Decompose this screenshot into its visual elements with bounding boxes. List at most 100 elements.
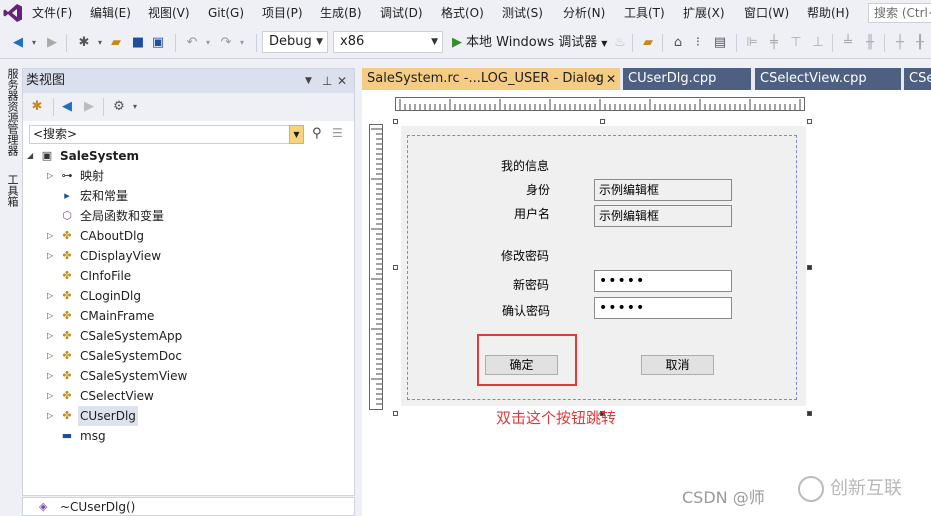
space-across-icon[interactable]: ┼	[892, 35, 908, 51]
hot-reload-icon[interactable]: ♨	[612, 35, 628, 51]
expand-icon[interactable]: ▷	[47, 346, 53, 366]
forward-icon[interactable]: ▶	[81, 99, 97, 115]
menu-view[interactable]: 视图(V)	[148, 5, 190, 22]
menu-format[interactable]: 格式(O)	[441, 5, 484, 22]
align-left-icon[interactable]: ⊫	[744, 35, 760, 51]
resize-handle[interactable]	[393, 265, 398, 270]
search-icon[interactable]: ⚲	[312, 126, 322, 141]
new-password-edit[interactable]: •••••	[594, 270, 732, 292]
save-all-icon[interactable]: ▣	[150, 35, 166, 51]
tree-item[interactable]: ▷ ✤ CDisplayView	[23, 246, 354, 266]
tree-item[interactable]: ▷ ✤ CSaleSystemApp	[23, 326, 354, 346]
tree-item[interactable]: ▷ ✤ CSelectView	[23, 386, 354, 406]
confirm-password-edit[interactable]: •••••	[594, 297, 732, 319]
open-folder-icon[interactable]: ▰	[108, 35, 124, 51]
tree-item[interactable]: ▷ ⊶ 映射	[23, 166, 354, 186]
my-info-label[interactable]: 我的信息	[501, 158, 549, 174]
tab-cselectview-cpp[interactable]: CSelectView.cpp	[755, 68, 901, 90]
username-edit[interactable]: 示例编辑框	[594, 205, 732, 227]
class-view-search-input[interactable]: <搜索>	[29, 125, 304, 144]
tree-item[interactable]: ▷ ✤ CLoginDlg	[23, 286, 354, 306]
undo-dropdown-icon[interactable]: ▾	[200, 35, 216, 51]
expand-icon[interactable]: ▷	[47, 386, 53, 406]
tree-item[interactable]: ▷ ✤ CAboutDlg	[23, 226, 354, 246]
resize-handle[interactable]	[393, 411, 398, 416]
search-dropdown-icon[interactable]: ▼	[289, 125, 304, 144]
align-center-icon[interactable]: ╪	[766, 35, 782, 51]
tree-item[interactable]: ▷ ✤ CMainFrame	[23, 306, 354, 326]
identity-label[interactable]: 身份	[526, 182, 550, 198]
new-folder-icon[interactable]: ✱	[29, 99, 45, 115]
menu-file[interactable]: 文件(F)	[32, 5, 72, 22]
find-in-files-icon[interactable]: ▰	[640, 35, 656, 51]
close-icon[interactable]: ✕	[337, 69, 347, 93]
change-password-label[interactable]: 修改密码	[501, 248, 549, 264]
window-position-icon[interactable]: ▼	[305, 69, 312, 93]
expand-icon[interactable]: ▷	[47, 306, 53, 326]
pin-icon[interactable]: ⊣	[590, 68, 600, 90]
toolbox-tab[interactable]: 工具箱	[2, 174, 19, 207]
resize-handle[interactable]	[807, 411, 812, 416]
expand-icon[interactable]: ▷	[47, 286, 53, 306]
tree-item[interactable]: ✤ CInfoFile	[23, 266, 354, 286]
expand-icon[interactable]: ▷	[47, 226, 53, 246]
configuration-select[interactable]: Debug ▼	[262, 31, 328, 53]
tree-item[interactable]: ▸ 宏和常量	[23, 186, 354, 206]
align-bottom-icon[interactable]: ⊥	[810, 35, 826, 51]
member-item-label[interactable]: ~CUserDlg()	[60, 500, 135, 514]
align-top-icon[interactable]: ⊤	[788, 35, 804, 51]
save-icon[interactable]: ■	[130, 35, 146, 51]
redo-dropdown-icon[interactable]: ▾	[234, 35, 250, 51]
close-icon[interactable]: ✕	[606, 68, 616, 90]
settings-gear-icon[interactable]: ⚙	[111, 99, 127, 115]
tree-item[interactable]: ⬡ 全局函数和变量	[23, 206, 354, 226]
confirm-password-label[interactable]: 确认密码	[502, 303, 550, 319]
pin-icon[interactable]: ⊥	[322, 69, 332, 93]
menu-edit[interactable]: 编辑(E)	[90, 5, 131, 22]
tab-salesystem-rc[interactable]: SaleSystem.rc -...LOG_USER - Dialog ⊣ ✕	[362, 68, 620, 90]
center-vertical-icon[interactable]: ╧	[840, 35, 856, 51]
expand-icon[interactable]: ▷	[47, 326, 53, 346]
menu-git[interactable]: Git(G)	[208, 5, 244, 22]
cancel-button[interactable]: 取消	[641, 355, 714, 375]
menu-project[interactable]: 项目(P)	[262, 5, 303, 22]
browse-icon[interactable]: ⌂	[670, 35, 686, 51]
expand-icon[interactable]: ▷	[47, 166, 53, 186]
platform-select[interactable]: x86 ▼	[333, 31, 443, 53]
solution-explorer-icon[interactable]: ▤	[712, 35, 728, 51]
expand-icon[interactable]: ▷	[47, 366, 53, 386]
resize-handle[interactable]	[807, 119, 812, 124]
new-project-icon[interactable]: ✱	[76, 35, 92, 51]
menu-debug[interactable]: 调试(D)	[380, 5, 423, 22]
start-debugging-button[interactable]: ▶ 本地 Windows 调试器 ▼	[452, 33, 607, 53]
resize-handle[interactable]	[393, 119, 398, 124]
center-horizontal-icon[interactable]: ╫	[862, 35, 878, 51]
search-options-icon[interactable]: ☰	[332, 126, 343, 140]
comment-icon[interactable]: ⁝	[690, 35, 706, 51]
tree-item[interactable]: ▷ ✤ CUserDlg	[23, 406, 354, 426]
tab-cuserdlg-cpp[interactable]: CUserDlg.cpp	[623, 68, 751, 90]
tree-item[interactable]: ▷ ✤ CSaleSystemView	[23, 366, 354, 386]
forward-icon[interactable]: ▶	[44, 35, 60, 51]
tree-item[interactable]: ▷ ✤ CSaleSystemDoc	[23, 346, 354, 366]
new-password-label[interactable]: 新密码	[513, 277, 549, 293]
server-explorer-tab[interactable]: 服务器资源管理器	[2, 68, 19, 156]
search-input[interactable]: 搜索 (Ctrl+	[868, 3, 931, 23]
collapse-icon[interactable]: ◢	[27, 146, 33, 166]
undo-icon[interactable]: ↶	[184, 35, 200, 51]
menu-test[interactable]: 测试(S)	[502, 5, 543, 22]
expand-icon[interactable]: ▷	[47, 406, 53, 426]
expand-icon[interactable]: ▷	[47, 246, 53, 266]
resize-handle[interactable]	[600, 119, 605, 124]
tree-item[interactable]: ◢ ▣ SaleSystem	[23, 146, 354, 166]
username-label[interactable]: 用户名	[514, 206, 550, 222]
identity-edit[interactable]: 示例编辑框	[594, 179, 732, 201]
tree-item[interactable]: ▬ msg	[23, 426, 354, 446]
back-icon[interactable]: ◀	[10, 35, 26, 51]
back-dropdown-icon[interactable]: ▾	[26, 35, 42, 51]
resize-handle[interactable]	[807, 265, 812, 270]
menu-tools[interactable]: 工具(T)	[624, 5, 665, 22]
back-icon[interactable]: ◀	[59, 99, 75, 115]
menu-build[interactable]: 生成(B)	[320, 5, 362, 22]
redo-icon[interactable]: ↷	[218, 35, 234, 51]
